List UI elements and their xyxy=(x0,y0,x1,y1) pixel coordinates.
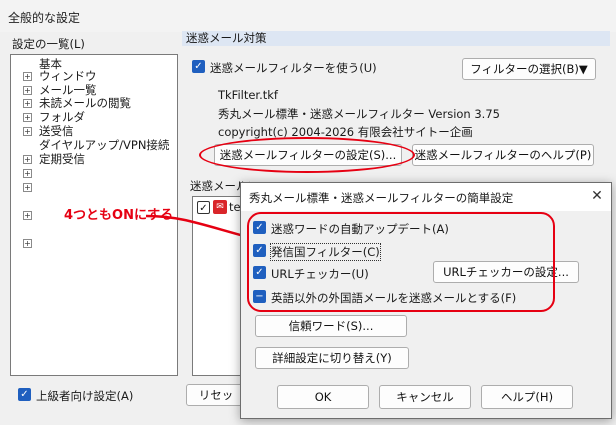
dialog-titlebar: 秀丸メール標準・迷惑メールフィルターの簡単設定 ✕ xyxy=(241,183,611,211)
highlight-rect-options xyxy=(247,212,555,312)
ok-button[interactable]: OK xyxy=(277,385,369,409)
highlight-oval-settings xyxy=(199,137,415,173)
expand-icon[interactable]: + xyxy=(23,72,32,81)
select-filter-button[interactable]: フィルターの選択(B)▼ xyxy=(462,58,596,80)
dialog-title: 秀丸メール標準・迷惑メールフィルターの簡単設定 xyxy=(249,191,514,205)
reset-button[interactable]: リセッ xyxy=(186,384,246,406)
expand-icon[interactable]: + xyxy=(23,239,32,248)
tree-item-periodic[interactable]: 定期受信 xyxy=(39,152,85,166)
tree-item-window[interactable]: ウィンドウ xyxy=(39,69,97,83)
main-window-titlebar: 全般的な設定 xyxy=(0,0,616,32)
dropdown-arrow-icon: ▼ xyxy=(578,62,588,76)
window-title: 全般的な設定 xyxy=(8,11,81,25)
dialog-help-button[interactable]: ヘルプ(H) xyxy=(481,385,573,409)
spam-group-title: 迷惑メール対策 xyxy=(182,31,610,46)
tree-item-dialup[interactable]: ダイヤルアップ/VPN接続 xyxy=(39,138,169,152)
tree-item-unread[interactable]: 未読メールの閲覧 xyxy=(39,96,131,110)
close-icon[interactable]: ✕ xyxy=(589,188,605,204)
cancel-button[interactable]: キャンセル xyxy=(379,385,471,409)
advanced-checkbox[interactable]: ✓ xyxy=(18,388,31,401)
trusted-words-button[interactable]: 信頼ワード(S)... xyxy=(255,315,407,337)
expand-icon[interactable]: + xyxy=(23,127,32,136)
filter-name: 秀丸メール標準・迷惑メールフィルター Version 3.75 xyxy=(218,107,500,121)
select-filter-label: フィルターの選択(B) xyxy=(470,62,579,76)
use-filter-checkbox[interactable]: ✓ xyxy=(192,60,205,73)
expand-icon[interactable]: + xyxy=(23,86,32,95)
expand-icon[interactable]: + xyxy=(23,211,32,220)
sidebar-heading: 設定の一覧(L) xyxy=(12,37,85,51)
expand-icon[interactable]: + xyxy=(23,183,32,192)
advanced-settings-button[interactable]: 詳細設定に切り替え(Y) xyxy=(255,347,409,369)
expand-icon[interactable]: + xyxy=(23,169,32,178)
expand-icon[interactable]: + xyxy=(23,99,32,108)
filter-file: TkFilter.tkf xyxy=(218,88,278,102)
expand-icon[interactable]: + xyxy=(23,113,32,122)
filter-help-button[interactable]: 迷惑メールフィルターのヘルプ(P) xyxy=(412,144,594,166)
tree-item-send-receive[interactable]: 送受信 xyxy=(39,124,74,138)
tree-item-folder[interactable]: フォルダ xyxy=(39,110,85,124)
advanced-label: 上級者向け設定(A) xyxy=(36,389,134,403)
expand-icon[interactable]: + xyxy=(23,155,32,164)
use-filter-label: 迷惑メールフィルターを使う(U) xyxy=(210,61,377,75)
tree-item-mail-list[interactable]: メール一覧 xyxy=(39,83,97,97)
easy-settings-dialog: 秀丸メール標準・迷惑メールフィルターの簡単設定 ✕ ✓ 迷惑ワードの自動アップデ… xyxy=(240,182,612,419)
